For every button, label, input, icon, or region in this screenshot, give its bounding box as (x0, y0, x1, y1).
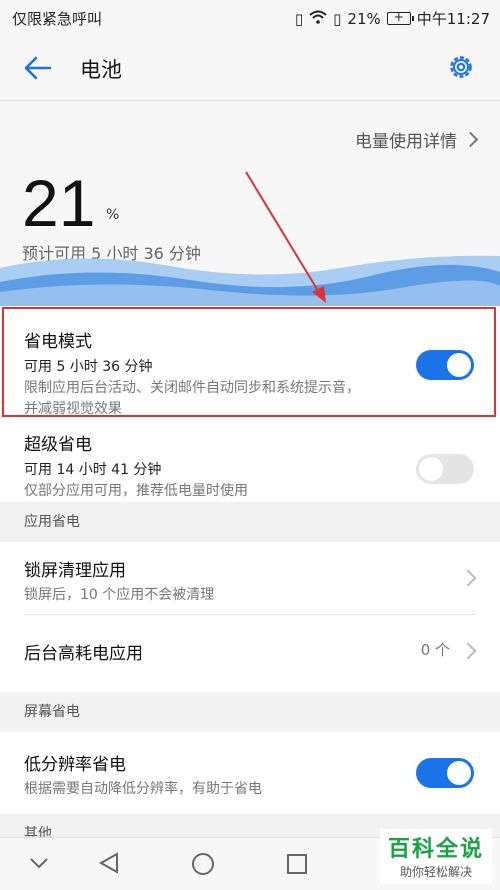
watermark-title: 百科全说 (387, 837, 484, 862)
watermark-logo: 百科全说 助你轻松解决 (379, 829, 492, 884)
recents-square-icon[interactable] (285, 852, 309, 876)
home-circle-icon[interactable] (190, 851, 216, 877)
hide-nav-chevron-down-icon[interactable] (28, 854, 50, 872)
watermark-subtitle: 助你轻松解决 (399, 865, 472, 879)
back-triangle-icon[interactable] (98, 851, 120, 875)
annotation-arrow-icon (245, 171, 326, 303)
system-nav-bar: 百科全说 助你轻松解决 (0, 829, 500, 890)
